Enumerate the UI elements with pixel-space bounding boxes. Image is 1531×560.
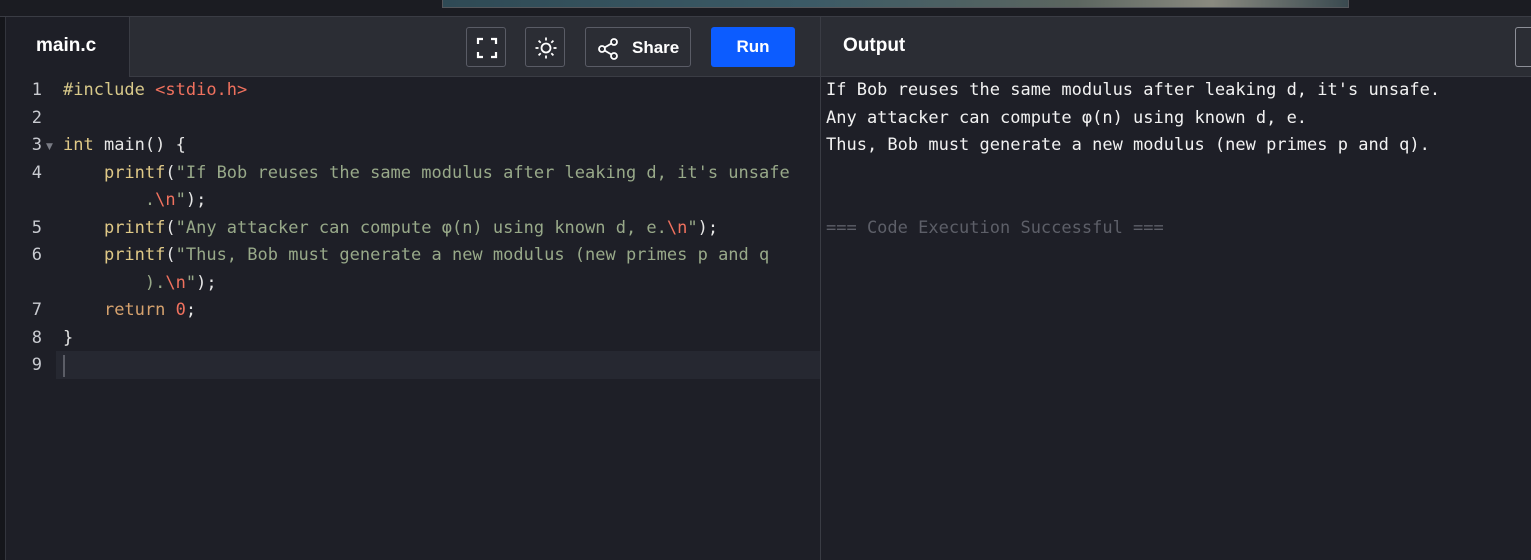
line-number: 1: [31, 80, 42, 100]
code-line-4-wrap: .\n");: [63, 187, 206, 215]
banner-image: [442, 0, 1349, 8]
line-number: 9: [31, 355, 42, 375]
share-button[interactable]: Share: [585, 27, 691, 67]
output-line: If Bob reuses the same modulus after lea…: [826, 80, 1441, 100]
code-token: (: [165, 162, 176, 183]
code-token: }: [63, 327, 74, 348]
code-token: <stdio.h>: [155, 80, 248, 100]
code-token: ).: [144, 272, 166, 293]
code-token: "If Bob reuses the same modulus after le…: [175, 162, 790, 183]
code-line-4: printf("If Bob reuses the same modulus a…: [63, 160, 790, 188]
code-token: ": [687, 217, 698, 238]
run-label: Run: [736, 37, 770, 56]
fold-arrow-icon[interactable]: ▼: [46, 142, 53, 152]
active-line-highlight: [56, 351, 820, 379]
sun-icon: [535, 37, 557, 59]
code-token: );: [196, 272, 217, 293]
code-token: ": [175, 190, 186, 210]
code-token: ;: [185, 300, 197, 320]
code-token: (: [165, 217, 176, 238]
code-token: int: [63, 135, 94, 155]
code-token: "Thus, Bob must generate a new modulus (…: [175, 245, 770, 265]
code-token: main() {: [93, 135, 186, 155]
code-token: );: [697, 217, 719, 238]
line-number: 8: [31, 327, 42, 348]
line-number: 4: [31, 162, 42, 183]
fullscreen-icon: [476, 37, 498, 59]
code-line-7: return 0;: [63, 297, 196, 325]
line-number: 6: [31, 245, 42, 265]
output-panel: If Bob reuses the same modulus after lea…: [821, 77, 1531, 560]
share-label: Share: [632, 38, 680, 57]
output-header: Output: [821, 17, 1531, 77]
code-line-6: printf("Thus, Bob must generate a new mo…: [63, 242, 769, 270]
share-icon: [598, 38, 618, 60]
code-token: .: [144, 190, 156, 210]
code-token: ": [185, 272, 197, 293]
theme-toggle-button[interactable]: [525, 27, 565, 67]
code-token: "Any attacker can compute φ(n) using kno…: [175, 217, 667, 238]
code-token: \n: [165, 272, 186, 293]
code-token: printf: [103, 217, 166, 238]
code-token: \n: [155, 190, 176, 210]
code-token: printf: [103, 162, 166, 183]
tab-main-c[interactable]: main.c: [6, 17, 130, 77]
text-cursor: [63, 355, 65, 377]
code-token: 0: [175, 300, 186, 320]
code-token: #include: [63, 80, 145, 100]
code-line-3: int main() {: [63, 132, 186, 160]
clear-button[interactable]: [1515, 27, 1531, 67]
code-token: \n: [666, 217, 688, 238]
code-token: printf: [103, 245, 166, 265]
line-number: 2: [31, 107, 42, 128]
code-token: (: [165, 245, 176, 265]
fullscreen-button[interactable]: [466, 27, 506, 67]
line-number: 5: [31, 217, 42, 238]
editor-header: main.c Share Run: [6, 17, 820, 77]
code-line-6-wrap: ).\n");: [63, 270, 217, 298]
tab-label: main.c: [36, 35, 97, 56]
output-line: Any attacker can compute φ(n) using know…: [826, 107, 1308, 128]
code-line-5: printf("Any attacker can compute φ(n) us…: [63, 215, 718, 243]
code-line-1: #include <stdio.h>: [63, 77, 247, 105]
code-token: return: [103, 300, 166, 320]
code-editor[interactable]: 1 2 3 4 5 6 7 8 9 ▼ #include <stdio.h> i…: [6, 77, 820, 560]
line-number: 3: [31, 135, 42, 155]
line-number: 7: [31, 300, 42, 320]
code-token: );: [185, 190, 207, 210]
code-line-8: }: [63, 325, 73, 353]
run-button[interactable]: Run: [711, 27, 795, 67]
execution-status: === Code Execution Successful ===: [826, 217, 1164, 238]
output-title: Output: [843, 35, 906, 56]
output-line: Thus, Bob must generate a new modulus (n…: [826, 135, 1430, 155]
